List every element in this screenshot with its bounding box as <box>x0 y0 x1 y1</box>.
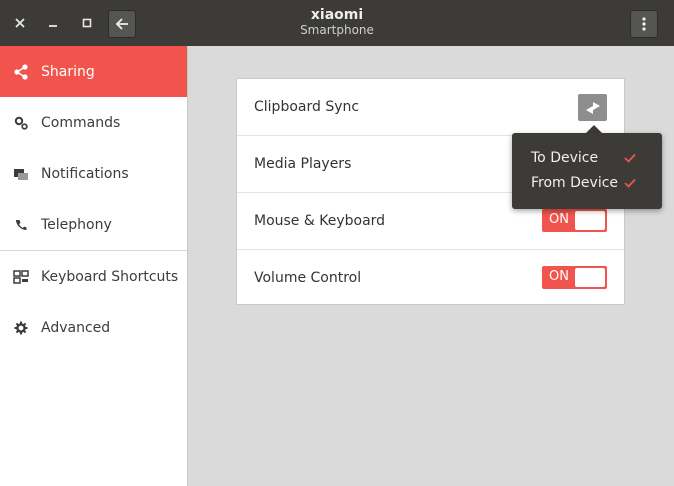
check-icon <box>624 153 636 163</box>
notifications-icon <box>12 165 30 183</box>
kebab-menu-icon <box>642 17 646 31</box>
sidebar-item-advanced[interactable]: Advanced <box>0 302 187 353</box>
sync-arrows-icon <box>585 101 600 114</box>
sidebar-item-label: Telephony <box>41 216 112 233</box>
toggle-state-label: ON <box>549 212 569 227</box>
title-bar: xiaomi Smartphone <box>0 0 674 46</box>
phone-icon <box>12 216 30 234</box>
sidebar-item-label: Advanced <box>41 319 111 336</box>
clipboard-sync-button[interactable] <box>578 94 607 121</box>
mouse-keyboard-toggle[interactable]: ON <box>542 209 607 232</box>
window-subtitle: Smartphone <box>300 23 374 37</box>
sidebar-item-label: Keyboard Shortcuts <box>41 268 179 285</box>
commands-gears-icon <box>12 114 30 132</box>
popover-arrow <box>586 125 602 133</box>
sidebar-item-keyboard-shortcuts[interactable]: Keyboard Shortcuts <box>0 251 187 302</box>
setting-label: Media Players <box>254 156 352 172</box>
sidebar-item-label: Commands <box>41 114 121 131</box>
popover-item-to-device[interactable]: To Device <box>531 150 598 166</box>
toggle-knob <box>575 268 605 287</box>
sidebar-item-label: Notifications <box>41 165 129 182</box>
sidebar-item-notifications[interactable]: Notifications <box>0 148 187 199</box>
setting-row-clipboard-sync: Clipboard Sync <box>237 79 624 136</box>
sidebar-item-label: Sharing <box>41 63 95 80</box>
setting-label: Mouse & Keyboard <box>254 213 386 229</box>
share-icon <box>12 63 30 81</box>
clipboard-sync-popover: To Device From Device <box>512 133 662 209</box>
window-title: xiaomi <box>310 7 364 23</box>
keyboard-shortcuts-icon <box>12 268 30 286</box>
gear-icon <box>12 319 30 337</box>
volume-control-toggle[interactable]: ON <box>542 266 607 289</box>
popover-item-from-device[interactable]: From Device <box>531 175 618 191</box>
setting-label: Clipboard Sync <box>254 99 360 115</box>
sidebar-item-telephony[interactable]: Telephony <box>0 199 187 250</box>
sidebar-item-sharing[interactable]: Sharing <box>0 46 187 97</box>
sidebar: Sharing Commands Notifications Telephony… <box>0 46 188 486</box>
check-icon <box>624 178 636 188</box>
menu-button[interactable] <box>630 10 658 38</box>
toggle-state-label: ON <box>549 269 569 284</box>
toggle-knob <box>575 211 605 230</box>
setting-label: Volume Control <box>254 270 362 286</box>
setting-row-volume-control: Volume Control ON <box>237 250 624 306</box>
sidebar-item-commands[interactable]: Commands <box>0 97 187 148</box>
